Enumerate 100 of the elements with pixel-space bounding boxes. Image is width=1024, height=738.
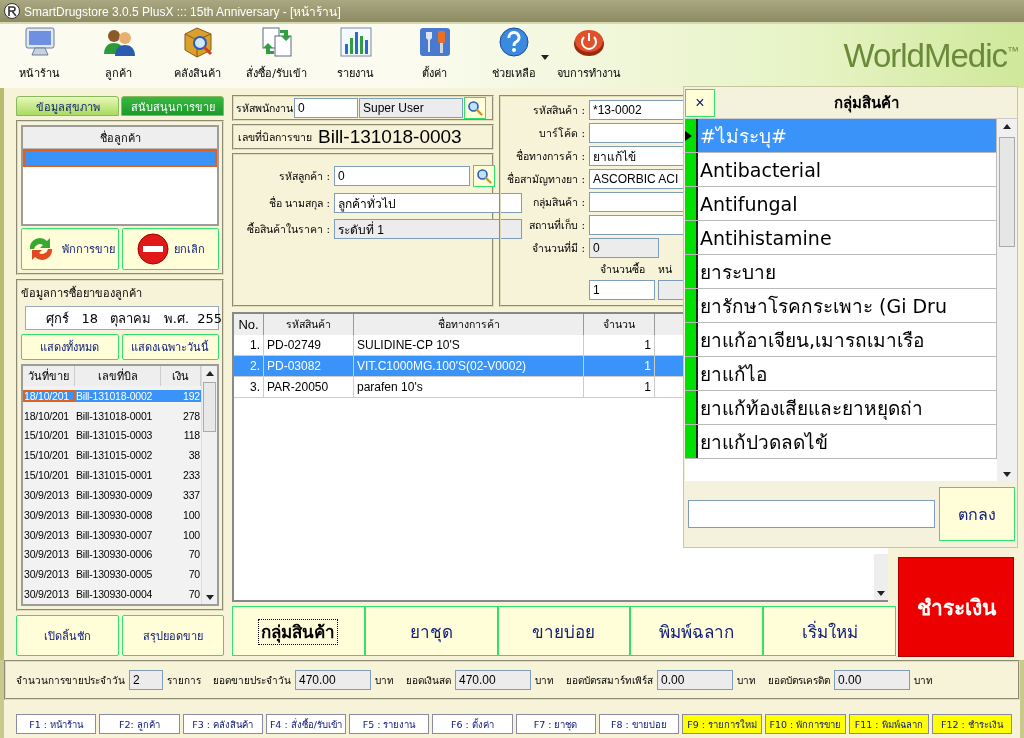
field-label: รหัสลูกค้า : (278, 168, 330, 185)
action-button[interactable]: กลุ่มสินค้า (232, 606, 365, 656)
scroll-up-icon[interactable] (205, 370, 214, 376)
search-button[interactable] (464, 97, 486, 119)
table-cell-text: 30/9/2013 (23, 568, 70, 581)
table-cell: VIT.C1000MG.100'S(02-V0002) (354, 356, 584, 376)
scroll-thumb[interactable] (999, 137, 1015, 247)
search-icon (467, 100, 483, 116)
scroll-down-icon[interactable] (1003, 471, 1011, 477)
function-key[interactable]: F1 : หน้าร้าน (16, 714, 97, 734)
list-item[interactable]: ยาระบาย (685, 255, 997, 289)
employee-code-field[interactable]: 0 (294, 98, 358, 118)
toolbar-button[interactable]: สั่งซื้อ/รับเข้า (237, 25, 316, 88)
action-button[interactable]: เริ่มใหม่ (763, 606, 896, 656)
table-cell-text: 100 (182, 508, 201, 521)
quantity-field[interactable]: 1 (589, 280, 655, 300)
window-title: SmartDrugstore 3.0.5 PlusX ::: 15th Anniversary - [หน้าร้าน] (24, 3, 341, 21)
column-header: วันที่ขาย (23, 366, 75, 386)
scroll-thumb[interactable] (203, 382, 216, 432)
toolbar-button[interactable]: คลังสินค้า (158, 25, 237, 88)
table-cell: 1. (234, 335, 264, 355)
function-key[interactable]: F2: ลูกค้า (99, 714, 180, 734)
tools-icon (417, 26, 452, 58)
table-cell: PD-02749 (264, 335, 354, 355)
table-cell: 1 (584, 356, 655, 376)
list-item[interactable]: ยาแก้ไอ (685, 357, 997, 391)
field-label: ซื้อสินค้าในราคา : (246, 221, 330, 237)
unit-label: รายการ (167, 673, 201, 688)
toolbar-button[interactable]: หน้าร้าน (0, 25, 79, 88)
scrollbar[interactable] (201, 366, 217, 604)
function-key[interactable]: F12 : ชำระเงิน (931, 714, 1012, 734)
date-picker[interactable]: ศุกร์ 18 ตุลาคม พ.ศ. 255 (25, 306, 219, 330)
function-key[interactable]: F11 : พิมพ์ฉลาก (848, 714, 929, 734)
action-button[interactable]: พิมพ์ฉลาก (630, 606, 764, 656)
close-button[interactable]: × (685, 88, 715, 117)
section-label: ข้อมูลการซื้อยาของลูกค้า (21, 285, 143, 302)
dropdown-caret-icon[interactable] (541, 55, 549, 60)
function-key[interactable]: F4 : สั่งซื้อ/รับเข้า (265, 714, 346, 734)
unit-label: บาท (535, 673, 554, 688)
search-icon (476, 168, 492, 184)
scrollbar[interactable] (997, 119, 1017, 481)
function-key[interactable]: F3 : คลังสินค้า (182, 714, 263, 734)
table-cell: 3. (234, 377, 264, 397)
action-button[interactable]: เปิดลิ้นชัก (16, 615, 119, 656)
search-button[interactable] (473, 165, 495, 187)
function-key[interactable]: F9 : รายการใหม่ (682, 714, 763, 734)
table-cell-text: 30/9/2013 (23, 508, 70, 521)
list-item[interactable]: Antihistamine (685, 221, 997, 255)
toolbar-button[interactable]: ตั้งค่า (395, 25, 474, 88)
list-item[interactable]: Antibacterial (685, 153, 997, 187)
bar-chart-icon (338, 26, 373, 58)
filter-button[interactable]: แสดงทั้งหมด (21, 334, 119, 360)
function-key[interactable]: F10 : พักการขาย (765, 714, 846, 734)
table-cell-text: 15/10/201 (23, 429, 70, 442)
customer-code-field[interactable]: 0 (334, 166, 470, 186)
field-label: รหัสสินค้า : (532, 102, 585, 118)
action-button[interactable]: ยาชุด (364, 606, 498, 656)
table-cell-text: 15/10/201 (23, 469, 70, 482)
ok-button[interactable]: ตกลง (939, 487, 1015, 541)
table-cell-text: Bill-131015-0001 (75, 469, 154, 482)
table-cell-text: Bill-130930-0007 (75, 528, 154, 541)
list-item[interactable]: ยาแก้ปวดลดไข้ (685, 425, 997, 459)
action-button[interactable]: สรุปยอดขาย (121, 615, 224, 656)
brand-logo: WorldMedic$^{™}$ (843, 37, 1018, 75)
toolbar-button[interactable]: ลูกค้า (79, 25, 158, 88)
scroll-down-icon[interactable] (205, 594, 214, 600)
action-button[interactable]: ยกเลิก (121, 228, 219, 270)
table-cell-text: 70 (187, 588, 201, 600)
table-cell-text: 100 (182, 528, 201, 541)
pay-button[interactable]: ชำระเงิน (898, 557, 1014, 657)
table-cell: 2. (234, 356, 264, 376)
toolbar-button[interactable]: รายงาน (316, 25, 395, 88)
table-cell: PD-03082 (264, 356, 354, 376)
table-cell-text: 15/10/201 (23, 449, 70, 462)
function-key[interactable]: F5 : รายงาน (349, 714, 430, 734)
function-key[interactable]: F6 : ตั้งค่า (432, 714, 513, 734)
monitor-icon (22, 26, 57, 58)
action-button[interactable]: ขายบ่อย (497, 606, 631, 656)
stop-icon (135, 232, 170, 266)
list-item[interactable]: ยาแก้ท้องเสียและยาหยุดถ่า (685, 391, 997, 425)
filter-button[interactable]: แสดงเฉพาะวันนี้ (121, 334, 219, 360)
action-button[interactable]: พักการขาย (21, 228, 119, 270)
panel-tab[interactable]: ข้อมูลสุขภาพ (16, 96, 119, 116)
table-cell-text: Bill-131015-0002 (75, 449, 154, 462)
field-label: กลุ่มสินค้า : (532, 194, 585, 211)
search-field[interactable] (688, 500, 935, 528)
summary-field: 0.00 (834, 670, 910, 690)
summary-field: 2 (129, 670, 163, 690)
list-item[interactable]: ยารักษาโรคกระเพาะ (Gi Dru (685, 289, 997, 323)
list-item[interactable]: ยาแก้อาเจียน,เมารถเมาเรือ (685, 323, 997, 357)
function-key[interactable]: F7 : ยาชุด (515, 714, 596, 734)
function-key[interactable]: F8 : ขายบ่อย (598, 714, 679, 734)
price-level-field: ระดับที่ 1 (334, 219, 522, 239)
unit-label: บาท (375, 673, 394, 688)
table-cell-text: 70 (187, 548, 201, 561)
scroll-up-icon[interactable] (1003, 123, 1011, 129)
list-item[interactable]: Antifungal (685, 187, 997, 221)
field-label: สถานที่เก็บ : (528, 217, 585, 233)
row-pointer-icon (685, 130, 692, 141)
customer-name-field[interactable]: ลูกค้าทั่วไป (334, 193, 522, 213)
